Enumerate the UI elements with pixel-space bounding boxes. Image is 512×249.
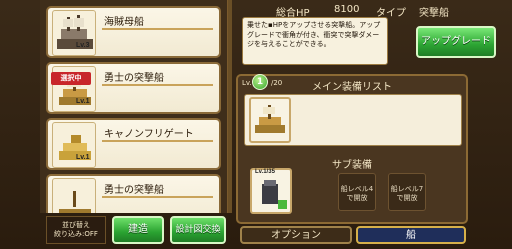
sub-equipment-slot[interactable]: Lv.1/35 [250,168,292,214]
type-value: 突撃船 [419,8,449,19]
filter-label: 絞り込み:OFF [54,230,98,238]
ship-level: Lv.1 [76,98,90,105]
ship-card-4[interactable]: 勇士の突撃船 [46,174,221,213]
upgrade-button[interactable]: アップグレード [416,26,496,58]
ship-card-3[interactable]: Lv.1 キャノンフリゲート [46,118,221,170]
ship-thumbnail [52,122,96,168]
ship-info-area: 総合HP 8100 タイプ 突撃船 乗せた▪HPをアップさせる突撃船。アップグレ… [236,0,512,70]
ship-level: Lv.3 [76,42,90,49]
main-equipment-header: メイン装備リスト [312,82,392,93]
list-scrollbar[interactable] [228,0,232,213]
equipment-panel: Lv. 1 /20 メイン装備リスト サブ装備 Lv.1/35 船レベル4で開放… [236,74,468,224]
divider [102,28,213,30]
sub-slot-level: Lv.1/35 [255,169,275,175]
ship-thumbnail [52,10,96,56]
total-hp-value: 8100 [334,4,360,15]
ship-card-2[interactable]: 選択中 Lv.1 勇士の突撃船 [46,62,221,114]
ship-card-1[interactable]: Lv.3 海賊母船 [46,6,221,58]
divider [102,140,213,142]
selected-badge: 選択中 [51,72,91,85]
main-equipment-list [244,94,462,146]
ship-level: Lv.1 [76,154,90,161]
options-tab[interactable]: オプション [240,226,352,244]
ship-thumbnail [52,178,96,213]
game-screen: Lv.3 海賊母船 選択中 Lv.1 勇士の突撃船 Lv.1 キャノンフリゲート… [0,0,512,249]
ship-name: 海賊母船 [104,17,144,28]
divider [102,84,213,86]
main-equipment-slot[interactable] [249,97,291,143]
blueprint-exchange-button[interactable]: 設計図交換 [170,216,226,244]
ship-name: 勇士の突撃船 [104,73,164,84]
sub-slot-locked-2: 船レベル7で開放 [388,173,426,211]
sub-slot-locked-1: 船レベル4で開放 [338,173,376,211]
ship-list-panel: Lv.3 海賊母船 選択中 Lv.1 勇士の突撃船 Lv.1 キャノンフリゲート… [40,0,230,213]
build-button[interactable]: 建造 [112,216,164,244]
sort-label: 並び替え [62,221,90,229]
ship-name: キャノンフリゲート [104,129,194,140]
divider [102,196,213,198]
ship-tab[interactable]: 船 [356,226,466,244]
ship-description: 乗せた▪HPをアップさせる突撃船。アップグレードで衝角が付き、衝突で突撃ダメージ… [242,17,388,65]
sort-filter-button[interactable]: 並び替え 絞り込み:OFF [46,216,106,244]
ship-name: 勇士の突撃船 [104,185,164,196]
